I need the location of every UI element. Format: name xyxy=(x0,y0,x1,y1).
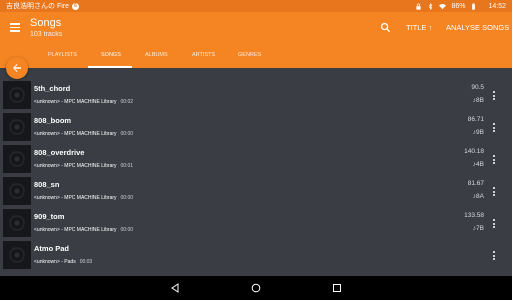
more-vert-icon[interactable] xyxy=(489,187,499,197)
notification-badge: 6 xyxy=(72,2,79,10)
song-list: 5th_chord <unknown> - MPC MACHINE Librar… xyxy=(0,80,512,276)
song-duration: 00:00 xyxy=(120,227,134,233)
song-title: Atmo Pad xyxy=(34,244,70,253)
triangle-back-icon[interactable] xyxy=(170,283,180,293)
song-duration: 00:02 xyxy=(120,99,134,105)
tab-albums[interactable]: ALBUMS xyxy=(145,52,168,58)
circle-home-icon[interactable] xyxy=(251,283,261,293)
more-vert-icon[interactable] xyxy=(489,91,499,101)
song-row[interactable]: 808_boom <unknown> - MPC MACHINE Library… xyxy=(0,112,512,144)
status-bar: 吉良浩明さんの Fire 6 86% 14:52 xyxy=(0,0,512,12)
app-bar: Songs 103 tracks TITLE ↑ ANALYSE SONGS xyxy=(0,12,512,44)
album-art xyxy=(3,241,31,269)
song-title: 808_sn xyxy=(34,180,60,189)
song-title: 909_tom xyxy=(34,212,65,221)
arrow-back-icon xyxy=(13,64,21,72)
song-title: 5th_chord xyxy=(34,84,71,93)
song-meta: <unknown> - MPC MACHINE Library 00:00 xyxy=(34,195,133,201)
song-bpm: 81.67 xyxy=(467,180,484,187)
more-vert-icon[interactable] xyxy=(489,219,499,229)
tab-bar: PLAYLISTS SONGS ALBUMS ARTISTS GENRES xyxy=(0,44,512,68)
song-key: ♪4B xyxy=(472,161,484,168)
song-duration: 00:03 xyxy=(79,259,93,265)
tab-songs[interactable]: SONGS xyxy=(101,52,121,58)
song-row[interactable]: 5th_chord <unknown> - MPC MACHINE Librar… xyxy=(0,80,512,112)
song-artist: <unknown> - MPC MACHINE Library xyxy=(34,227,117,233)
song-row[interactable]: 808_overdrive <unknown> - MPC MACHINE Li… xyxy=(0,144,512,176)
album-art xyxy=(3,177,31,205)
active-tab-indicator xyxy=(88,66,132,68)
song-artist: <unknown> - MPC MACHINE Library xyxy=(34,99,117,105)
album-art xyxy=(3,81,31,109)
more-vert-icon[interactable] xyxy=(489,251,499,261)
bluetooth-icon xyxy=(429,2,433,10)
song-bpm: 90.5 xyxy=(471,84,484,91)
song-key: ♪7B xyxy=(472,225,484,232)
battery-icon xyxy=(472,2,476,10)
hamburger-icon[interactable] xyxy=(10,23,20,32)
song-meta: <unknown> - MPC MACHINE Library 00:00 xyxy=(34,131,133,137)
song-key: ♪9B xyxy=(472,129,484,136)
song-key: ♪8B xyxy=(472,97,484,104)
song-row[interactable]: 909_tom <unknown> - MPC MACHINE Library 0… xyxy=(0,208,512,240)
wifi-icon xyxy=(439,3,447,9)
album-art xyxy=(3,209,31,237)
square-recents-icon[interactable] xyxy=(332,283,342,293)
song-row[interactable]: Atmo Pad <unknown> - Pads 00:03 xyxy=(0,240,512,272)
song-duration: 00:01 xyxy=(120,163,134,169)
song-title: 808_overdrive xyxy=(34,148,85,157)
song-meta: <unknown> - MPC MACHINE Library 00:02 xyxy=(34,99,133,105)
song-bpm: 140.18 xyxy=(464,148,484,155)
sort-button[interactable]: TITLE ↑ xyxy=(406,23,432,32)
song-meta: <unknown> - MPC MACHINE Library 00:01 xyxy=(34,163,133,169)
tab-artists[interactable]: ARTISTS xyxy=(192,52,215,58)
song-artist: <unknown> - MPC MACHINE Library xyxy=(34,195,117,201)
system-nav-bar xyxy=(0,276,512,300)
song-meta: <unknown> - Pads 00:03 xyxy=(34,259,92,265)
page-title: Songs xyxy=(30,17,62,29)
device-name: 吉良浩明さんの Fire xyxy=(6,3,69,10)
album-art xyxy=(3,113,31,141)
song-key: ♪8A xyxy=(472,193,484,200)
song-artist: <unknown> - Pads xyxy=(34,259,76,265)
song-duration: 00:00 xyxy=(120,131,134,137)
song-artist: <unknown> - MPC MACHINE Library xyxy=(34,131,117,137)
song-title: 808_boom xyxy=(34,116,72,125)
song-row[interactable]: 808_sn <unknown> - MPC MACHINE Library 00… xyxy=(0,176,512,208)
song-bpm: 133.58 xyxy=(464,212,484,219)
tab-playlists[interactable]: PLAYLISTS xyxy=(48,52,77,58)
lock-icon xyxy=(416,3,422,10)
analyse-songs-button[interactable]: ANALYSE SONGS xyxy=(446,23,509,32)
more-vert-icon[interactable] xyxy=(489,155,499,165)
back-fab-button[interactable] xyxy=(6,57,28,79)
more-vert-icon[interactable] xyxy=(489,123,499,133)
song-meta: <unknown> - MPC MACHINE Library 00:00 xyxy=(34,227,133,233)
song-artist: <unknown> - MPC MACHINE Library xyxy=(34,163,117,169)
battery-percent: 86% xyxy=(451,2,466,10)
tab-genres[interactable]: GENRES xyxy=(238,52,261,58)
clock: 14:52 xyxy=(488,2,506,10)
album-art xyxy=(3,145,31,173)
song-bpm: 86.71 xyxy=(467,116,484,123)
song-duration: 00:00 xyxy=(120,195,134,201)
track-count: 103 tracks xyxy=(30,31,63,38)
search-icon[interactable] xyxy=(380,22,391,33)
